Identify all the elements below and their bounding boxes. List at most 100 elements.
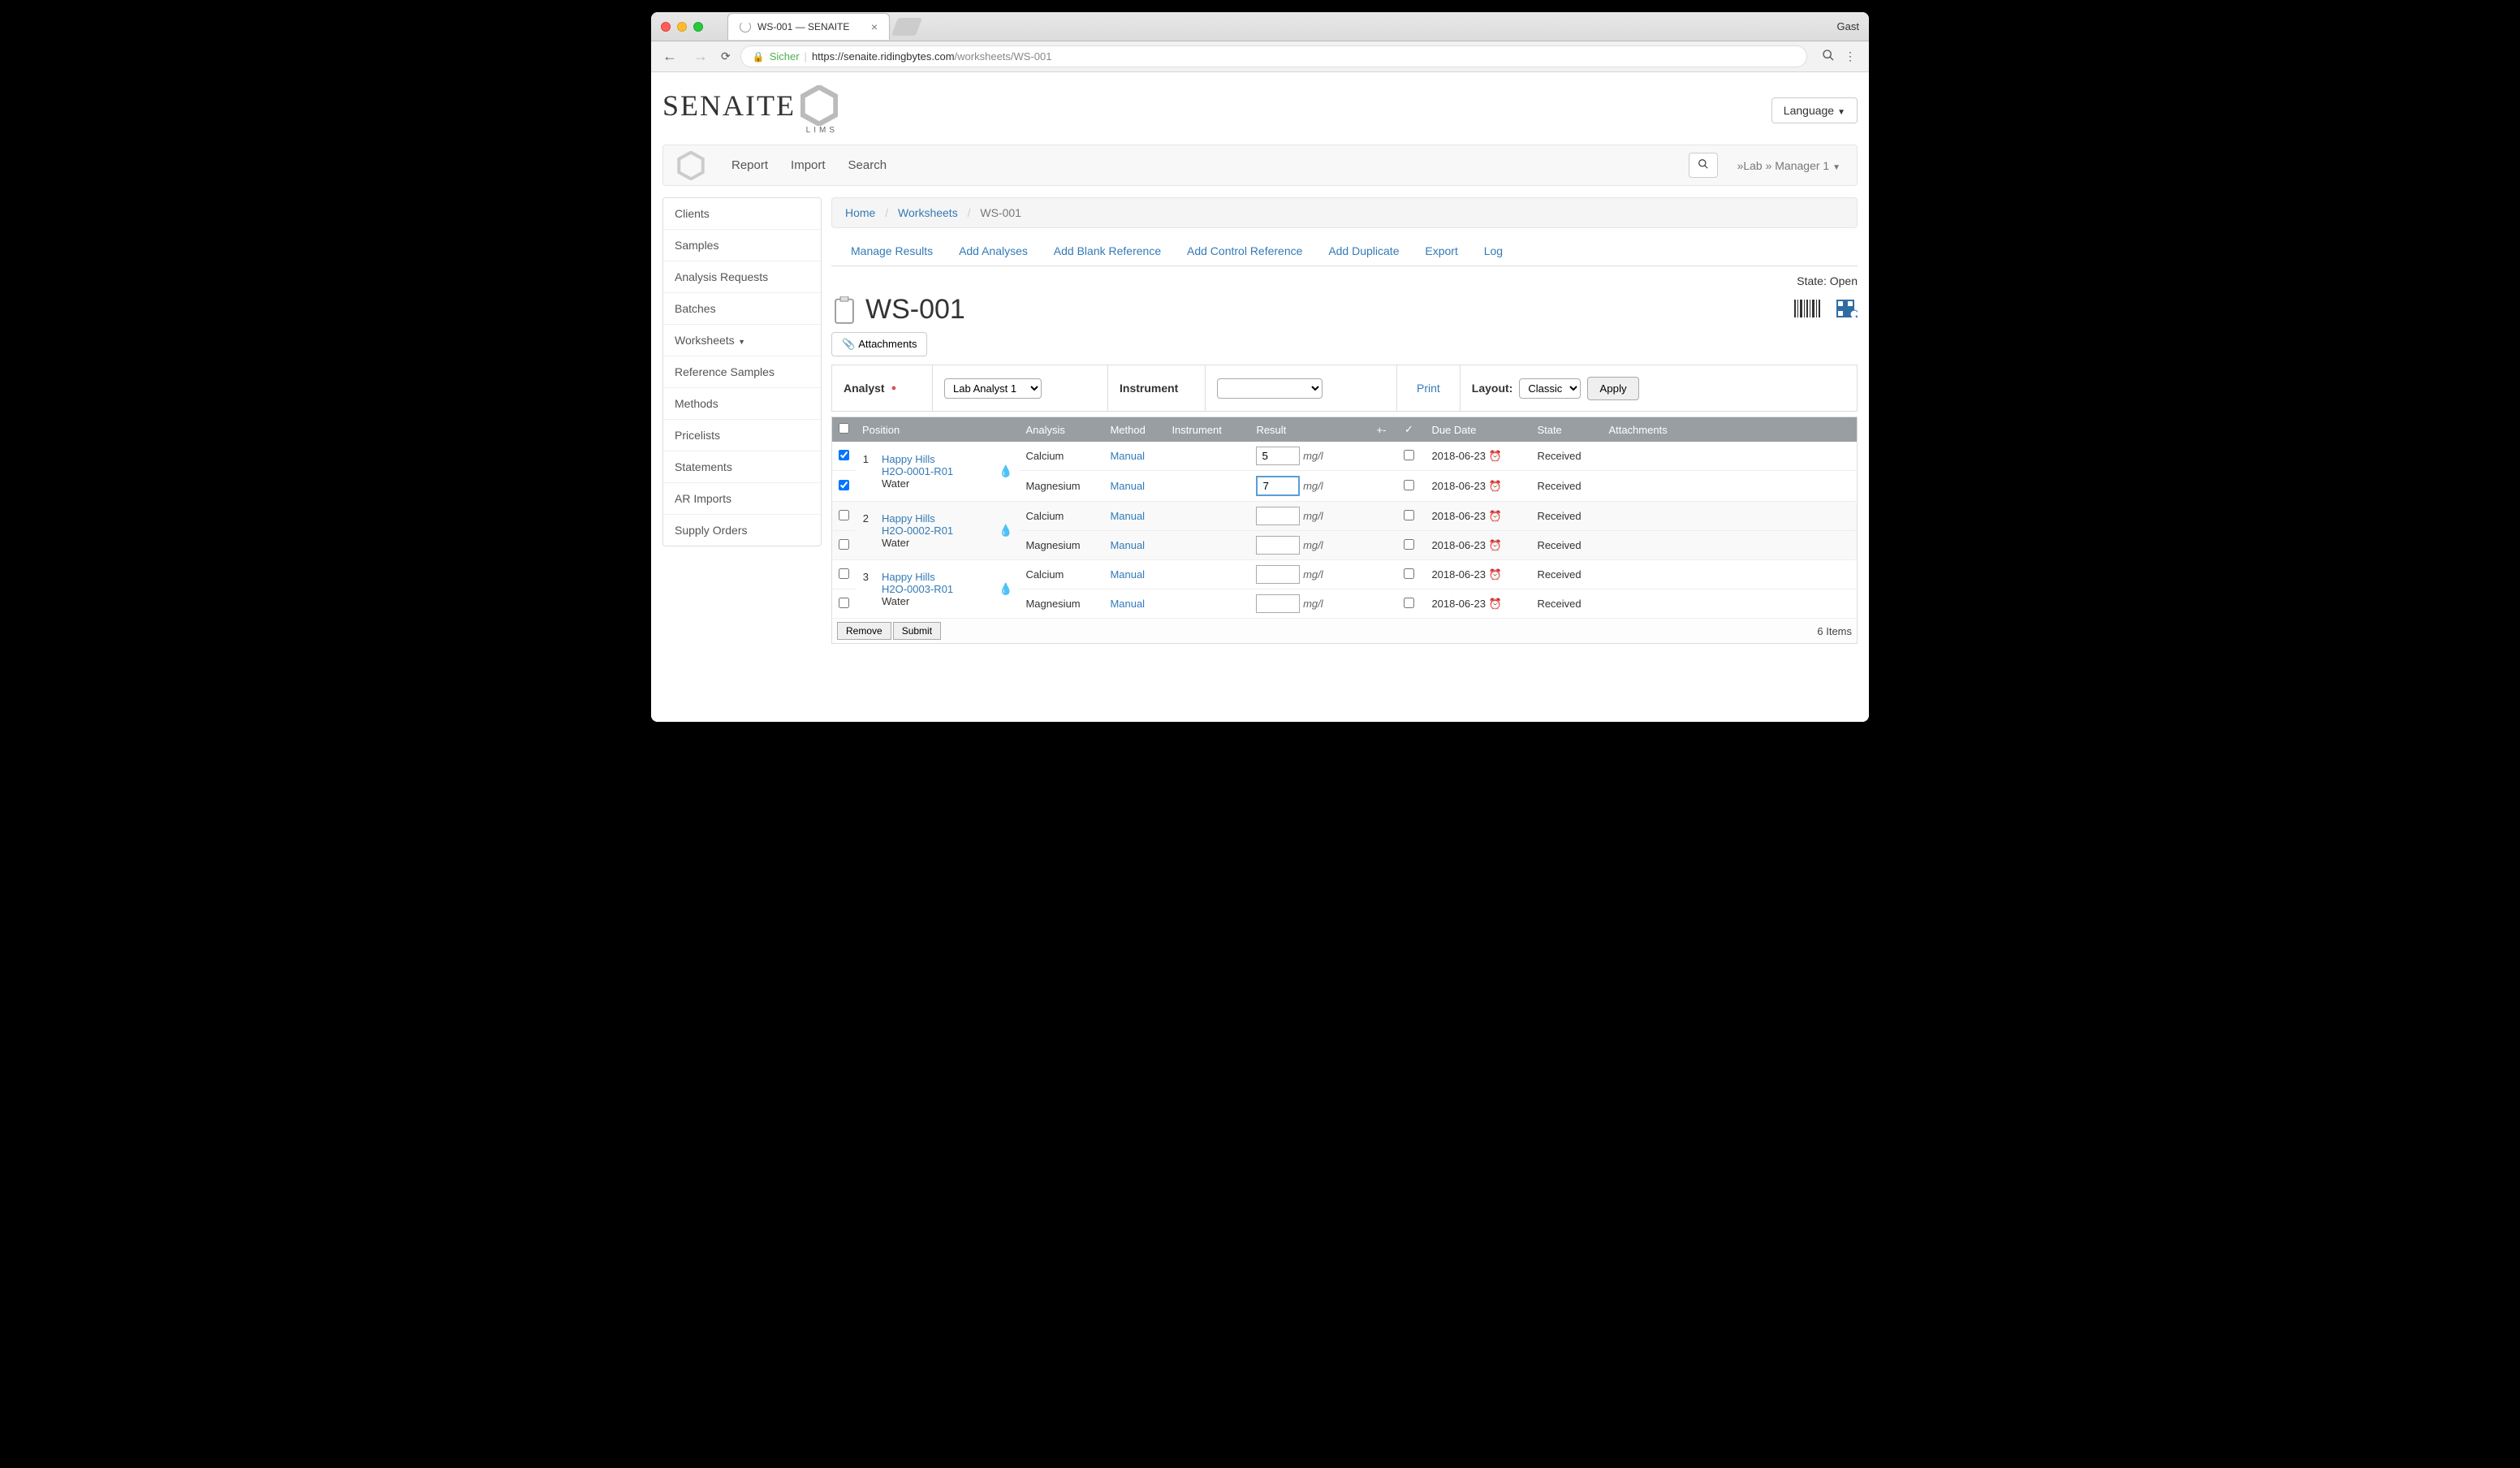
row-checkbox[interactable]	[839, 480, 849, 490]
window-maximize-button[interactable]	[693, 22, 703, 32]
row-checkbox[interactable]	[839, 539, 849, 550]
sidebar-item-supply-orders[interactable]: Supply Orders	[663, 515, 821, 546]
col-attachments[interactable]: Attachments	[1602, 417, 1857, 443]
apply-button[interactable]: Apply	[1587, 377, 1638, 400]
method-link[interactable]: Manual	[1110, 480, 1145, 492]
verify-checkbox[interactable]	[1404, 598, 1414, 608]
method-link[interactable]: Manual	[1110, 568, 1145, 581]
sidebar-item-reference-samples[interactable]: Reference Samples	[663, 356, 821, 388]
window-minimize-button[interactable]	[677, 22, 687, 32]
breadcrumb-worksheets[interactable]: Worksheets	[898, 206, 958, 219]
search-icon-button[interactable]	[1689, 153, 1718, 178]
analyst-select[interactable]: Lab Analyst 1	[944, 378, 1042, 399]
row-checkbox[interactable]	[839, 510, 849, 520]
browser-tab[interactable]: WS-001 — SENAITE ×	[727, 13, 890, 40]
row-checkbox[interactable]	[839, 598, 849, 608]
tab-manage-results[interactable]: Manage Results	[839, 236, 944, 266]
result-input[interactable]	[1256, 476, 1300, 496]
analysis-cell: Magnesium	[1019, 531, 1103, 560]
nav-search[interactable]: Search	[837, 145, 899, 185]
result-input[interactable]	[1256, 447, 1300, 465]
result-input[interactable]	[1256, 565, 1300, 584]
tab-add-blank-reference[interactable]: Add Blank Reference	[1042, 236, 1172, 266]
nav-home-hexagon-icon[interactable]	[676, 151, 706, 180]
site-logo[interactable]: SENAITE	[662, 85, 838, 126]
sidebar-item-clients[interactable]: Clients	[663, 198, 821, 230]
verify-checkbox[interactable]	[1404, 510, 1414, 520]
client-link[interactable]: Happy Hills	[882, 512, 935, 525]
language-button[interactable]: Language▼	[1771, 97, 1858, 123]
url-search-icon[interactable]	[1822, 49, 1835, 64]
client-link[interactable]: Happy Hills	[882, 453, 935, 465]
client-link[interactable]: Happy Hills	[882, 571, 935, 583]
nav-import[interactable]: Import	[779, 145, 837, 185]
result-input[interactable]	[1256, 536, 1300, 555]
sidebar-item-methods[interactable]: Methods	[663, 388, 821, 420]
print-link[interactable]: Print	[1409, 373, 1448, 403]
ar-link[interactable]: H2O-0002-R01	[882, 525, 953, 537]
result-input[interactable]	[1256, 594, 1300, 613]
verify-checkbox[interactable]	[1404, 450, 1414, 460]
select-all-checkbox[interactable]	[839, 423, 849, 434]
verify-checkbox[interactable]	[1404, 480, 1414, 490]
instrument-cell	[1165, 560, 1249, 589]
ar-link[interactable]: H2O-0003-R01	[882, 583, 953, 595]
method-link[interactable]: Manual	[1110, 539, 1145, 551]
instrument-cell	[1165, 471, 1249, 502]
verify-checkbox[interactable]	[1404, 539, 1414, 550]
row-checkbox[interactable]	[839, 568, 849, 579]
col-method[interactable]: Method	[1103, 417, 1165, 443]
analysis-cell: Magnesium	[1019, 471, 1103, 502]
remove-button[interactable]: Remove	[837, 622, 891, 640]
state-cell: Received	[1530, 471, 1602, 502]
instrument-select[interactable]	[1217, 378, 1323, 399]
address-bar[interactable]: 🔒 Sicher | https://senaite.ridingbytes.c…	[740, 45, 1807, 67]
nav-back-icon[interactable]: ←	[659, 48, 680, 65]
tab-add-duplicate[interactable]: Add Duplicate	[1317, 236, 1410, 266]
new-tab-button[interactable]	[891, 18, 922, 36]
reload-icon[interactable]: ⟳	[721, 50, 731, 63]
col-position[interactable]: Position	[856, 417, 992, 443]
browser-menu-icon[interactable]: ⋮	[1845, 50, 1856, 63]
col-instrument[interactable]: Instrument	[1165, 417, 1249, 443]
tab-add-control-reference[interactable]: Add Control Reference	[1176, 236, 1314, 266]
submit-button[interactable]: Submit	[893, 622, 941, 640]
sidebar-item-statements[interactable]: Statements	[663, 451, 821, 483]
tab-add-analyses[interactable]: Add Analyses	[947, 236, 1039, 266]
attachments-button[interactable]: 📎Attachments	[831, 332, 927, 356]
table-row: 3 Happy Hills H2O-0003-R01 Water 💧 Calci…	[832, 560, 1858, 589]
attachments-cell	[1602, 502, 1857, 531]
col-result[interactable]: Result	[1249, 417, 1370, 443]
clock-icon: ⏰	[1489, 539, 1502, 551]
col-state[interactable]: State	[1530, 417, 1602, 443]
row-checkbox[interactable]	[839, 450, 849, 460]
nav-report[interactable]: Report	[720, 145, 779, 185]
sidebar-item-analysis-requests[interactable]: Analysis Requests	[663, 261, 821, 293]
method-link[interactable]: Manual	[1110, 510, 1145, 522]
result-input[interactable]	[1256, 507, 1300, 525]
method-link[interactable]: Manual	[1110, 450, 1145, 462]
col-analysis[interactable]: Analysis	[1019, 417, 1103, 443]
tab-log[interactable]: Log	[1473, 236, 1514, 266]
tab-export[interactable]: Export	[1413, 236, 1469, 266]
ar-link[interactable]: H2O-0001-R01	[882, 465, 953, 477]
attachments-cell	[1602, 442, 1857, 471]
browser-profile[interactable]: Gast	[1837, 20, 1859, 32]
sidebar-item-worksheets[interactable]: Worksheets ▼	[663, 325, 821, 356]
method-link[interactable]: Manual	[1110, 598, 1145, 610]
barcode-icon[interactable]	[1794, 300, 1822, 320]
sidebar-item-batches[interactable]: Batches	[663, 293, 821, 325]
col-due-date[interactable]: Due Date	[1425, 417, 1530, 443]
window-close-button[interactable]	[661, 22, 671, 32]
instrument-label: Instrument	[1120, 382, 1178, 395]
qrcode-icon[interactable]	[1836, 300, 1858, 320]
sidebar-item-samples[interactable]: Samples	[663, 230, 821, 261]
sidebar-item-pricelists[interactable]: Pricelists	[663, 420, 821, 451]
analysis-cell: Calcium	[1019, 442, 1103, 471]
verify-checkbox[interactable]	[1404, 568, 1414, 579]
breadcrumb-home[interactable]: Home	[845, 206, 875, 219]
close-tab-icon[interactable]: ×	[871, 20, 878, 33]
sidebar-item-ar-imports[interactable]: AR Imports	[663, 483, 821, 515]
user-menu[interactable]: »Lab » Manager 1 ▼	[1728, 159, 1850, 172]
layout-select[interactable]: Classic	[1519, 378, 1581, 399]
